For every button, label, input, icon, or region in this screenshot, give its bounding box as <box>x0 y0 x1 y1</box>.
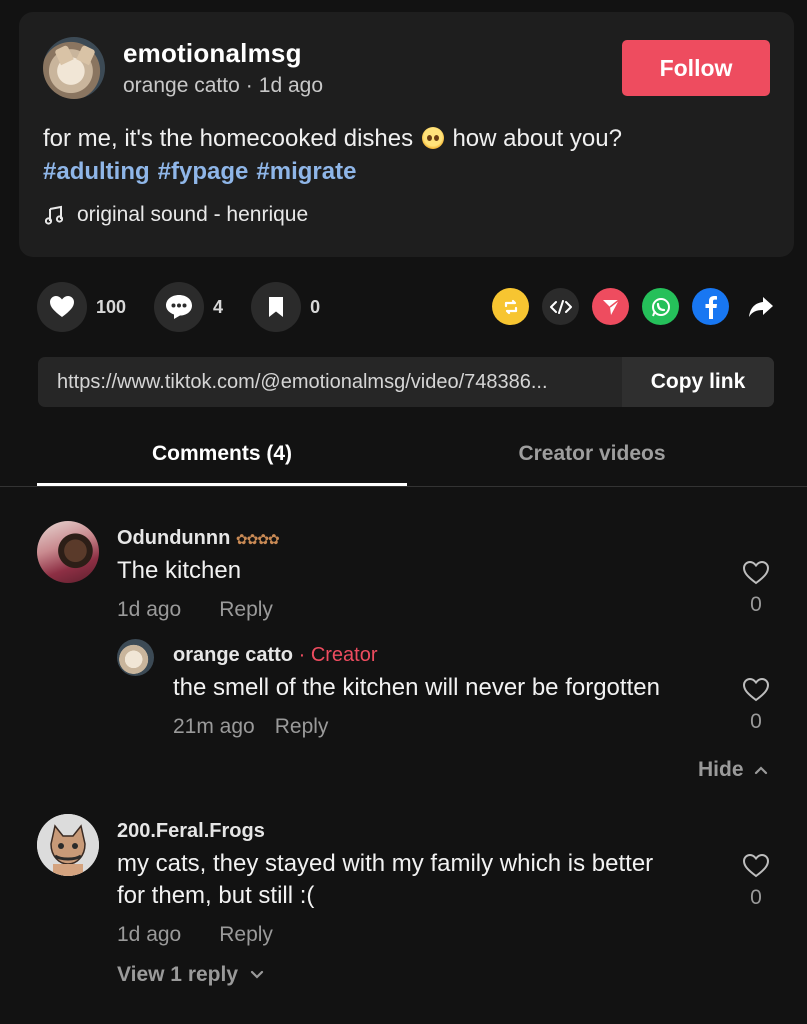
reply-text: the smell of the kitchen will never be f… <box>173 674 660 701</box>
share-arrow-icon[interactable] <box>742 288 779 325</box>
video-url[interactable]: https://www.tiktok.com/@emotionalmsg/vid… <box>38 357 622 407</box>
heart-outline-icon[interactable] <box>742 677 770 703</box>
hide-replies-button[interactable]: Hide <box>698 758 768 782</box>
reply-button[interactable]: Reply <box>219 923 273 947</box>
comment-meta: 1d ago Reply <box>117 598 273 622</box>
save-count: 0 <box>310 296 321 317</box>
hashtag-link[interactable]: #adulting <box>43 158 150 186</box>
sound-link[interactable]: original sound - henrique <box>45 203 308 227</box>
share-options <box>492 288 779 325</box>
tab-bar: Comments (4) Creator videos <box>0 430 807 487</box>
copy-link-button[interactable]: Copy link <box>622 357 774 407</box>
comment-bubble-icon <box>166 295 193 319</box>
like-button[interactable] <box>37 282 87 332</box>
chevron-up-icon <box>754 766 767 775</box>
hashtag-list: #adulting #fypage #migrate <box>43 158 356 186</box>
author-display-name: orange catto <box>123 74 240 97</box>
reply-like[interactable]: 0 <box>736 677 776 734</box>
reply-button[interactable]: Reply <box>275 715 329 739</box>
author-subline: orange catto · 1d ago <box>123 74 323 98</box>
hashtag-link[interactable]: #migrate <box>256 158 356 186</box>
sound-name: original sound - henrique <box>77 203 309 226</box>
post-caption: for me, it's the homecooked dishes how a… <box>43 123 773 155</box>
comment-avatar[interactable] <box>37 521 99 583</box>
pleading-face-emoji-icon <box>421 127 444 149</box>
heart-icon <box>50 296 74 317</box>
comment-like[interactable]: 0 <box>736 560 776 617</box>
comment-text: The kitchen <box>117 557 242 584</box>
avatar-ear <box>54 44 74 66</box>
reply-button[interactable]: Reply <box>219 598 273 622</box>
action-bar: 100 4 0 <box>37 282 348 332</box>
heart-outline-icon[interactable] <box>742 853 770 879</box>
chevron-down-icon <box>250 970 264 979</box>
heart-hands-emoji-icon: ✿✿✿✿ <box>235 531 280 547</box>
save-action[interactable]: 0 <box>251 282 320 332</box>
bookmark-icon <box>269 297 284 317</box>
comment-time: 1d ago <box>117 923 182 946</box>
comment-avatar[interactable] <box>37 814 99 876</box>
reply-username[interactable]: orange catto · Creator <box>173 644 378 667</box>
reply-like-count: 0 <box>750 710 762 733</box>
send-icon[interactable] <box>592 288 629 325</box>
view-replies-button[interactable]: View 1 reply <box>117 963 264 987</box>
like-action[interactable]: 100 <box>37 282 126 332</box>
comment-username[interactable]: 200.Feral.Frogs <box>117 820 265 843</box>
tab-comments[interactable]: Comments (4) <box>37 442 407 486</box>
caption-suffix: how about you? <box>452 125 622 152</box>
comment-like-count: 0 <box>750 593 762 616</box>
author-avatar[interactable] <box>43 37 105 99</box>
post-card: emotionalmsg orange catto · 1d ago Follo… <box>19 12 794 257</box>
embed-icon[interactable] <box>542 288 579 325</box>
reply-avatar[interactable] <box>117 639 154 676</box>
whatsapp-icon[interactable] <box>642 288 679 325</box>
avatar-ear <box>76 44 96 66</box>
like-count: 100 <box>96 296 127 317</box>
creator-badge: Creator <box>310 644 378 666</box>
heart-outline-icon[interactable] <box>742 560 770 586</box>
save-button[interactable] <box>251 282 302 332</box>
video-link-bar: https://www.tiktok.com/@emotionalmsg/vid… <box>38 357 774 407</box>
cat-avatar-icon <box>37 814 99 876</box>
post-time: 1d ago <box>258 74 323 97</box>
comment-time: 1d ago <box>117 598 182 621</box>
reply-time: 21m ago <box>173 715 255 738</box>
comment-like-count: 0 <box>750 886 762 909</box>
comment-action[interactable]: 4 <box>154 282 223 332</box>
comment-count: 4 <box>213 296 224 317</box>
hashtag-link[interactable]: #fypage <box>158 158 249 186</box>
tab-creator-videos[interactable]: Creator videos <box>407 442 777 466</box>
follow-button[interactable]: Follow <box>622 40 770 96</box>
subline-separator: · <box>245 74 253 97</box>
music-note-icon <box>45 205 63 225</box>
caption-text: for me, it's the homecooked dishes <box>43 125 414 152</box>
comment-text: my cats, they stayed with my family whic… <box>117 850 654 909</box>
facebook-icon[interactable] <box>692 288 729 325</box>
comment-like[interactable]: 0 <box>736 853 776 910</box>
reply-meta: 21m ago Reply <box>173 715 328 739</box>
author-username[interactable]: emotionalmsg <box>123 38 302 69</box>
comment-username[interactable]: Odundunnn ✿✿✿✿ <box>117 527 280 550</box>
comment-button[interactable] <box>154 282 205 332</box>
comment-meta: 1d ago Reply <box>117 923 273 947</box>
repost-icon[interactable] <box>492 288 529 325</box>
